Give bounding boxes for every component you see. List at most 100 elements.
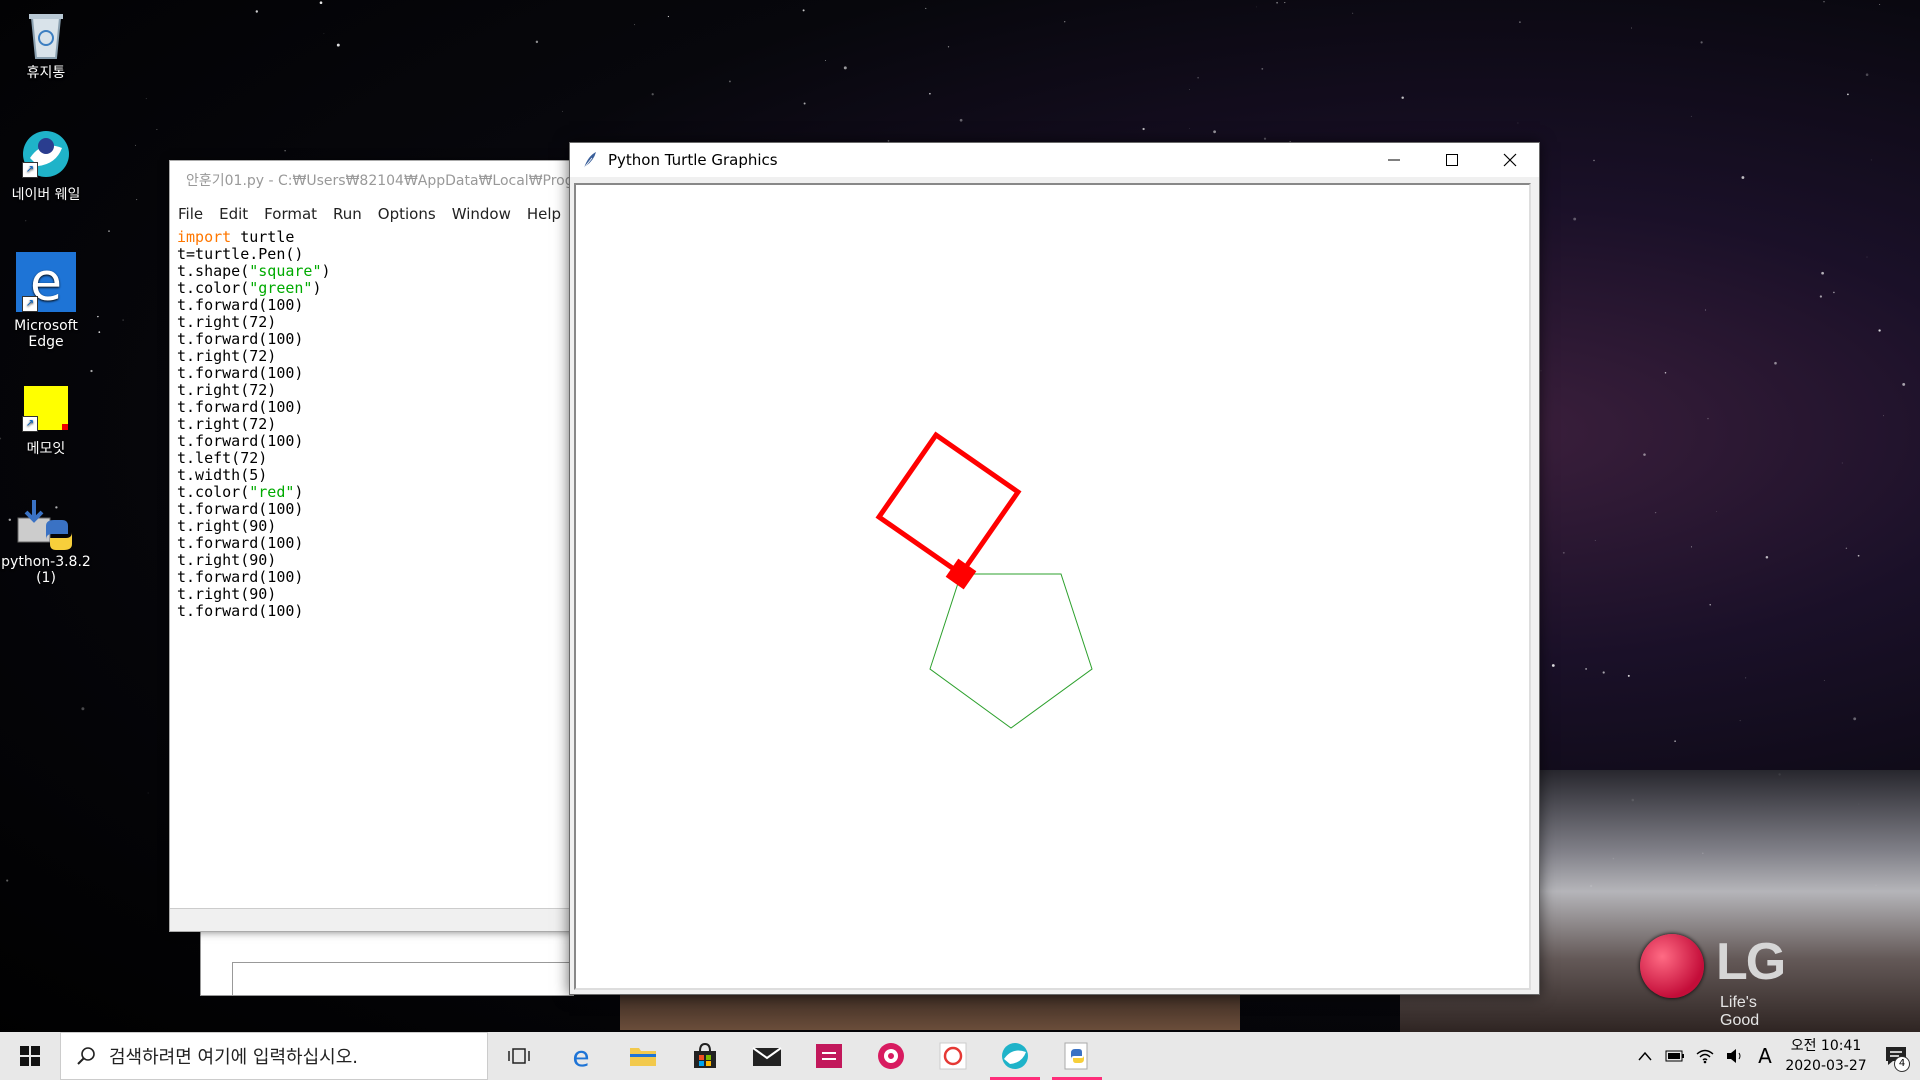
volume-button[interactable] <box>1720 1032 1750 1080</box>
idle-window-stack[interactable] <box>232 962 574 996</box>
notification-count-badge: 4 <box>1894 1056 1910 1072</box>
idle-menu-format[interactable]: Format <box>264 205 317 223</box>
star <box>81 707 85 711</box>
star <box>1847 93 1849 96</box>
code-editor[interactable]: import turtle t=turtle.Pen() t.shape("squa… <box>170 229 580 620</box>
star <box>1879 4 1881 6</box>
close-button[interactable] <box>1481 143 1539 177</box>
idle-menu-help[interactable]: Help <box>527 205 561 223</box>
windows-logo-icon <box>20 1046 40 1066</box>
code-text: t.shape( <box>177 262 250 280</box>
star <box>1631 27 1632 29</box>
taskbar-python-idle[interactable] <box>1046 1032 1108 1080</box>
feather-icon <box>583 152 596 169</box>
taskbar-clock[interactable]: 오전 10:41 2020-03-27 <box>1780 1036 1872 1076</box>
show-hidden-icons-button[interactable] <box>1630 1032 1660 1080</box>
star <box>1276 1 1278 4</box>
idle-editor-window[interactable]: 안훈기01.py - C:₩Users₩82104₩AppData₩Local₩… <box>169 160 581 932</box>
star <box>1594 540 1596 542</box>
task-view-icon <box>508 1048 530 1064</box>
code-text: t.right(90) <box>177 585 277 603</box>
star <box>1709 604 1711 606</box>
star <box>1865 73 1869 76</box>
star <box>1739 720 1741 722</box>
star <box>1902 382 1906 386</box>
idle-menu-options[interactable]: Options <box>378 205 436 223</box>
code-text: t.right(90) <box>177 551 277 569</box>
star <box>925 7 927 9</box>
star <box>1643 453 1646 456</box>
python-idle-icon <box>1064 1042 1088 1070</box>
taskbar-photos[interactable] <box>798 1032 860 1080</box>
turtle-cursor-square <box>945 558 977 590</box>
star <box>1690 546 1692 548</box>
whale-icon <box>1002 1043 1028 1069</box>
action-center-button[interactable]: 4 <box>1872 1032 1920 1080</box>
taskbar-messenger[interactable] <box>860 1032 922 1080</box>
taskbar-edge[interactable]: e <box>550 1032 612 1080</box>
star <box>1593 159 1595 162</box>
code-line: t.color("green") <box>177 280 580 297</box>
code-line: t.width(5) <box>177 467 580 484</box>
desktop-icon-python-installer[interactable]: python-3.8.2 (1) <box>0 500 92 586</box>
code-text: t.forward(100) <box>177 432 304 450</box>
network-button[interactable] <box>1690 1032 1720 1080</box>
star <box>1819 295 1823 298</box>
star <box>284 150 286 152</box>
taskbar-search-box[interactable]: 검색하려면 여기에 입력하십시오. <box>60 1032 488 1080</box>
star <box>1562 551 1565 554</box>
code-line: t.right(72) <box>177 416 580 433</box>
taskbar-sync[interactable] <box>922 1032 984 1080</box>
desktop-icon-naver-whale[interactable]: ↗ 네이버 웨일 <box>0 130 92 204</box>
star <box>1189 127 1190 129</box>
battery-button[interactable] <box>1660 1032 1690 1080</box>
taskbar-store[interactable] <box>674 1032 736 1080</box>
input-method-button[interactable]: A <box>1750 1032 1780 1080</box>
chevron-up-icon <box>1638 1051 1652 1061</box>
file-explorer-icon <box>630 1048 656 1066</box>
start-button[interactable] <box>0 1032 60 1080</box>
code-text: t.color( <box>177 483 250 501</box>
desktop-icon-label: Microsoft Edge <box>14 318 78 350</box>
lg-tagline: Life's Good <box>1720 994 1760 1029</box>
code-line: t.forward(100) <box>177 603 580 620</box>
idle-menu-window[interactable]: Window <box>452 205 511 223</box>
taskbar-whale[interactable] <box>984 1032 1046 1080</box>
turtle-canvas[interactable] <box>574 183 1531 990</box>
code-text: t.forward(100) <box>177 330 304 348</box>
shortcut-arrow-icon: ↗ <box>22 296 38 312</box>
code-text: t.width(5) <box>177 466 268 484</box>
turtle-graphics-window[interactable]: Python Turtle Graphics <box>569 142 1540 995</box>
system-tray: A 오전 10:41 2020-03-27 4 <box>1630 1032 1920 1080</box>
star <box>1690 115 1692 117</box>
idle-menu-file[interactable]: File <box>178 205 203 223</box>
desktop-icon-label: 메모잇 <box>26 441 66 457</box>
lg-logo-text: LG <box>1716 933 1786 991</box>
code-text: t.right(72) <box>177 347 277 365</box>
idle-menu-edit[interactable]: Edit <box>219 205 248 223</box>
minimize-button[interactable] <box>1365 143 1423 177</box>
idle-titlebar[interactable]: 안훈기01.py - C:₩Users₩82104₩AppData₩Local₩… <box>170 161 580 199</box>
taskbar-file-explorer[interactable] <box>612 1032 674 1080</box>
desktop-icon-recycle-bin[interactable]: 휴지통 <box>0 8 92 82</box>
clock-date: 2020-03-27 <box>1785 1058 1867 1074</box>
clock-time: 오전 10:41 <box>1790 1038 1862 1054</box>
star <box>1866 256 1868 258</box>
turtle-titlebar[interactable]: Python Turtle Graphics <box>570 143 1539 177</box>
taskbar-mail[interactable] <box>736 1032 798 1080</box>
star <box>319 1 323 5</box>
code-line: t.forward(100) <box>177 297 580 314</box>
task-view-button[interactable] <box>488 1032 550 1080</box>
maximize-button[interactable] <box>1423 143 1481 177</box>
star <box>803 102 806 105</box>
star <box>1821 271 1824 275</box>
code-line: t.forward(100) <box>177 399 580 416</box>
code-line: t.right(90) <box>177 518 580 535</box>
desktop-icon-edge[interactable]: e ↗ Microsoft Edge <box>0 252 92 350</box>
idle-menu-run[interactable]: Run <box>333 205 362 223</box>
star <box>1197 76 1199 79</box>
green-pentagon <box>929 573 1093 729</box>
desktop-icon-memo-it[interactable]: ↗ 메모잇 <box>0 384 92 458</box>
turtle-window-title: Python Turtle Graphics <box>608 151 778 169</box>
code-line: t.right(72) <box>177 348 580 365</box>
